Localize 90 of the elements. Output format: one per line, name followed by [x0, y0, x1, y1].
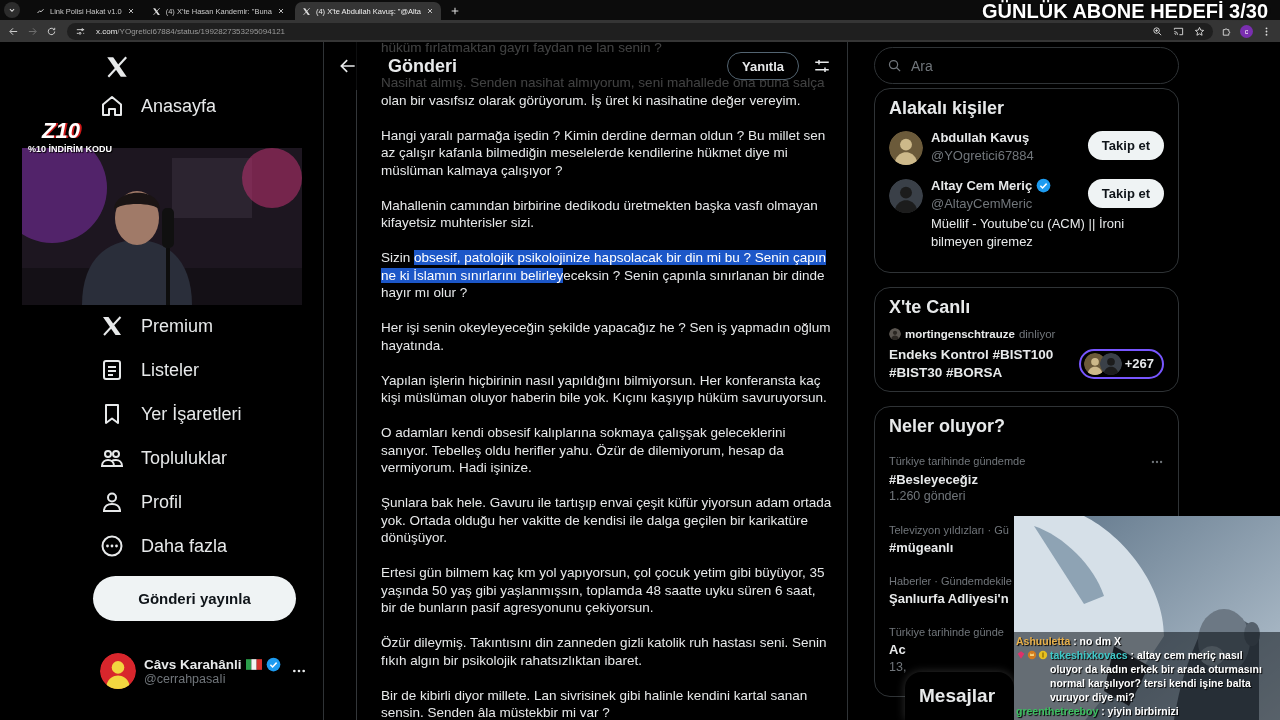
gem-icon	[1016, 650, 1026, 660]
more-icon	[100, 534, 124, 558]
space-title[interactable]: Endeks Kontrol #BIST100 #BIST30 #BORSA	[889, 346, 1071, 381]
nav-item[interactable]: Yer İşaretleri	[100, 392, 250, 436]
zoom-icon[interactable]	[1152, 25, 1163, 37]
nav-item[interactable]: Premium	[100, 304, 221, 348]
cast-icon[interactable]	[1173, 25, 1184, 37]
section-title: X'te Canlı	[889, 296, 972, 319]
coin-icon	[1038, 650, 1048, 660]
listener-count: +267	[1124, 356, 1154, 371]
x-logo-icon[interactable]	[104, 54, 130, 80]
settings-icon[interactable]	[813, 57, 831, 75]
nav-item[interactable]: Daha fazla	[100, 524, 236, 568]
nav-item[interactable]: Anasayfa	[100, 84, 225, 128]
post-paragraph: Hangi yaralı parmağa işedin ? Kimin derdine derman oldun ? Bu millet sen az çalışır kafanla bilmediğin meselelerde kendilerine hükmet diye mi müslüman kalmaya çalışıyor ?	[381, 126, 827, 179]
trend-name[interactable]: #Besleyeceğiz	[889, 470, 978, 488]
home-icon	[100, 94, 124, 118]
x-logo-icon	[100, 314, 124, 338]
post-button[interactable]: Gönderi yayınla	[93, 576, 296, 621]
profile-icon	[100, 490, 124, 514]
reload-icon[interactable]	[46, 25, 57, 37]
search-icon	[887, 58, 902, 73]
flag-icon	[245, 658, 262, 670]
nav-item[interactable]: Profil	[100, 480, 190, 524]
close-icon[interactable]	[126, 7, 135, 15]
post-paragraph: hüküm fırlatmaktan gayrı faydan ne lan senin ?	[381, 42, 663, 57]
search-field[interactable]: Ara	[874, 47, 1179, 84]
post-paragraph: Özür dileymiş. Takıntısını din zanneden gizli katolik ruh hastası seni. Senin fıkıh algın bir psikolojik rahatsızlıktan ibaret.	[381, 634, 828, 669]
account-handle: @cerrahpasaIi	[144, 671, 227, 686]
site-settings-icon	[75, 25, 86, 37]
section-title: Neler oluyor?	[889, 415, 1007, 438]
bookmark-star-icon[interactable]	[1194, 25, 1205, 37]
x-logo-icon	[301, 6, 311, 16]
user-handle: @AltayCemMeric	[931, 194, 1034, 212]
user-name: Abdullah Kavuş	[931, 129, 1030, 147]
trend-name[interactable]: Ac	[889, 641, 906, 659]
nav-item[interactable]: Topluluklar	[100, 436, 236, 480]
close-icon[interactable]	[276, 7, 285, 15]
host-status: dinliyor	[1018, 328, 1056, 340]
trend-category: Haberler · Gündemdekile	[889, 573, 1012, 589]
avatar-icon	[889, 328, 901, 340]
section-title: Alakalı kişiler	[889, 97, 1006, 120]
follow-button[interactable]: Takip et	[1087, 179, 1164, 208]
post-paragraph: O adamları kendi obsesif kalıplarına sokmaya çalışşak geleceklerini sanıyor. Tebelleş oldu herifler yahu. Özür de dilemiyorum, hesap da vermiyorum. Hadi işinize.	[381, 424, 787, 477]
trend-category: Televizyon yıldızları · Gü	[889, 522, 1009, 538]
host-name: mortingenschtrauze	[905, 328, 1015, 340]
chat-message: Ashuuletta : no dm X	[1016, 634, 1122, 648]
post-paragraph: Her işi senin okeyleyeceğin şekilde yapacağız he ? Sen iş yapmadın oğlum hayatında.	[381, 319, 832, 354]
trend-name[interactable]: #mügeanlı	[889, 539, 954, 557]
extensions-icon[interactable]	[1221, 25, 1232, 37]
trend-count: 1.260 gönderi	[889, 488, 966, 505]
post-paragraph: Ertesi gün bilmem kaç km yol yapıyorsun, çol çocuk yetim gibi büyüyor, 35 yaşında 50 yaş gibi yaşlanmışsın, toplamda 48 saatte uyku süren 6 saat, bir de bunların pasif agresyonunu çekiyorsun.	[381, 564, 826, 617]
user-bio: Müellif - Youtube’cu (ACM) || İroni bilmeyen giremez	[931, 215, 1126, 250]
post-paragraph: Sizin obsesif, patolojik psikolojinize hapsolacak bir din mi bu ? Senin çapın ne ki İslamın sınırlarını belirleyeceksin ? Senin çapınla sınırlanan bir dinde hayır mı olur ?	[381, 249, 828, 302]
address-bar[interactable]: x.com/YOgretici67884/status/1992827353295094121	[67, 22, 1213, 40]
avatar-icon	[100, 653, 136, 689]
list-icon	[100, 358, 124, 382]
user-handle: @YOgretici67884	[931, 146, 1035, 164]
user-name: Altay Cem Meriç	[931, 177, 1033, 195]
logo-text: Z10	[40, 118, 81, 144]
url-text: x.com/YOgretici67884/status/1992827353295094121	[96, 26, 286, 36]
close-icon[interactable]	[426, 7, 435, 15]
avatar-icon	[889, 131, 923, 165]
link-icon	[36, 6, 45, 16]
messages-drawer[interactable]: Mesajlar	[905, 672, 1014, 720]
trend-count: 13,	[889, 658, 907, 676]
back-icon[interactable]	[8, 25, 19, 37]
nav-item[interactable]: Listeler	[100, 348, 208, 392]
trend-category: Türkiye tarihinde gündemde	[889, 454, 1026, 469]
account-name: Câvs Karahânli	[144, 656, 242, 672]
promo-text: %10 İNDİRİM KODU	[28, 144, 112, 155]
page-title: Gönderi	[388, 55, 457, 77]
goal-text: GÜNLÜK ABONE HEDEFİ 3/30	[982, 0, 1268, 22]
trend-category: Türkiye tarihinde günde	[889, 624, 1004, 640]
listeners-pill[interactable]: +267	[1078, 348, 1164, 379]
x-logo-icon	[151, 6, 161, 16]
new-tab-icon[interactable]	[450, 6, 461, 16]
post-paragraph: Yapılan işlerin hiçbirinin nasıl yapıldığını bilmiyorsun. Her konferansta kaç kişi müslüman oluyor haberin bile yok. Kıçını kaşıyıp hüküm savuruyorsun.	[381, 371, 828, 407]
crown-icon	[1027, 650, 1037, 660]
post-paragraph: Mahallenin camından birbirine dedikodu üretmekten başka vasfı olmayan kifayetsiz muhterisler sizi.	[381, 196, 819, 232]
reply-button[interactable]: Yanıtla	[727, 52, 799, 80]
tab-search-button[interactable]	[4, 2, 20, 18]
post-paragraph: Şunlara bak hele. Gavuru ile tartışıp envai çeşit küfür yiyorsun adam ortada yok. Ortada olduğu her vakitte de kendisi ile dalga geçilen bir karikatüre dönüşüyor.	[381, 494, 833, 547]
avatar-icon	[1099, 352, 1122, 375]
trend-name[interactable]: Şanlıurfa Adliyesi'n	[889, 590, 1009, 608]
chat-message: greenthetreeboy : yiyin birbirnizi	[1016, 704, 1180, 718]
post-paragraph: Bir de kibirli diyor millete. Lan sivrisinek gibi halinle kendini kartal sanan sensin. Senden âla müstekbir mi var ?	[381, 686, 809, 720]
follow-button[interactable]: Takip et	[1087, 131, 1164, 160]
forward-icon[interactable]	[27, 25, 38, 37]
avatar-icon	[889, 179, 923, 213]
